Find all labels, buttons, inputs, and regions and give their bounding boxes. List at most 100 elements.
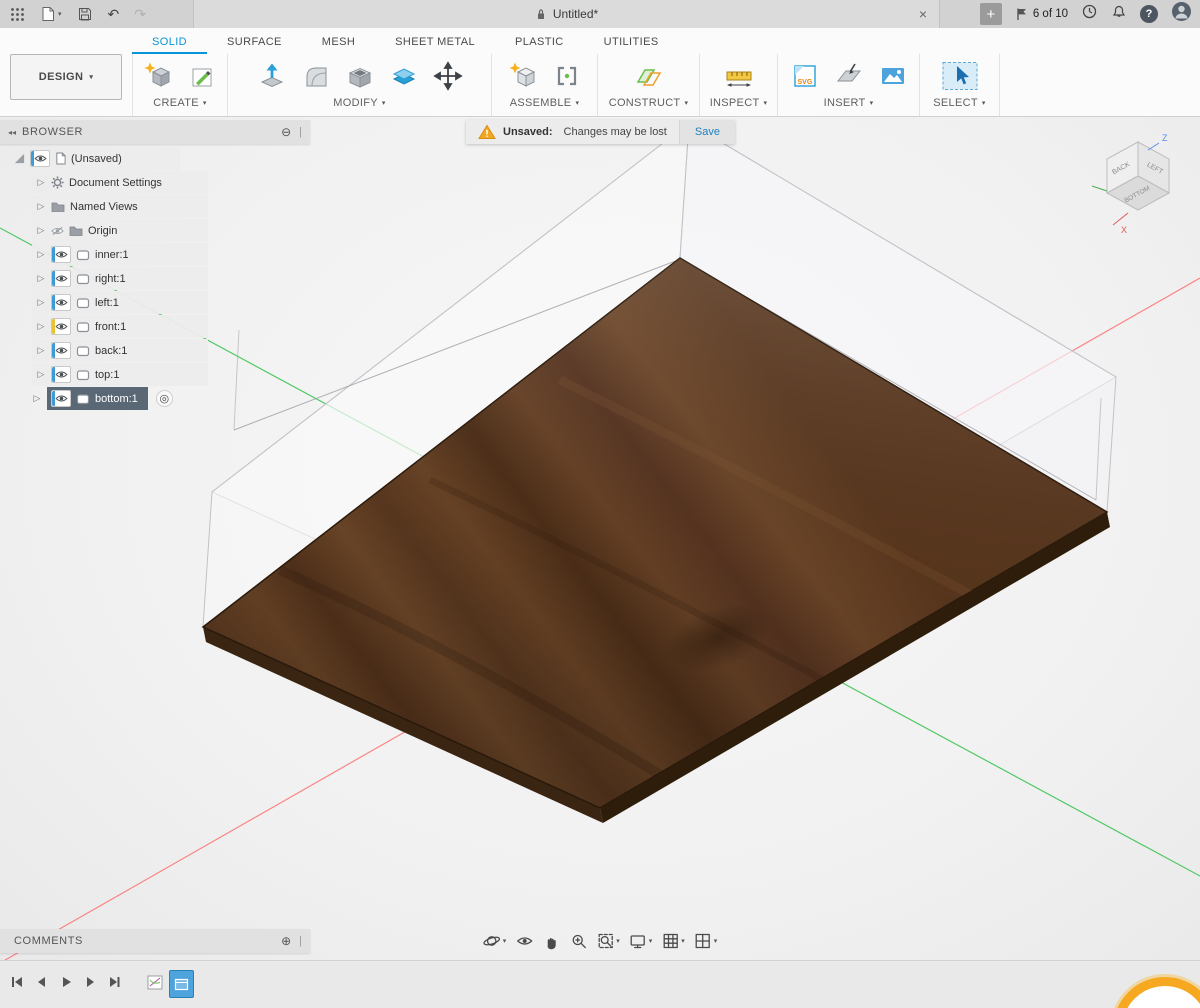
expand-icon[interactable]: ▷ bbox=[36, 249, 46, 260]
redo-button[interactable]: ↷ bbox=[134, 6, 146, 23]
tree-row-document-settings[interactable]: ▷ Document Settings bbox=[32, 171, 208, 194]
timeline-skip-end-button[interactable] bbox=[107, 975, 122, 989]
chevron-down-icon[interactable]: ▾ bbox=[649, 937, 653, 945]
fit-tool[interactable]: ▾ bbox=[596, 932, 620, 950]
tab-plastic[interactable]: PLASTIC bbox=[495, 30, 584, 54]
look-at-tool[interactable] bbox=[515, 932, 533, 950]
group-modify-label[interactable]: MODIFY▾ bbox=[333, 97, 385, 109]
expand-icon[interactable]: ▷ bbox=[36, 297, 46, 308]
expand-icon[interactable]: ▷ bbox=[36, 369, 46, 380]
panel-drag-handle[interactable]: | bbox=[299, 935, 302, 947]
expand-icon[interactable]: ▷ bbox=[36, 273, 46, 284]
tree-row-front[interactable]: ▷ front:1 bbox=[32, 315, 208, 338]
tab-utilities[interactable]: UTILITIES bbox=[584, 30, 679, 54]
insert-image-icon[interactable] bbox=[878, 61, 908, 91]
timeline-step-back-button[interactable] bbox=[35, 975, 49, 989]
minimize-panel-icon[interactable]: ⊖ bbox=[281, 125, 291, 139]
expand-icon[interactable]: ▷ bbox=[36, 201, 46, 212]
add-comment-icon[interactable]: ⊕ bbox=[281, 934, 291, 948]
help-icon[interactable]: ? bbox=[1140, 5, 1158, 23]
new-tab-button[interactable]: + bbox=[980, 3, 1002, 25]
visibility-toggle[interactable] bbox=[51, 246, 71, 263]
tree-row-inner[interactable]: ▷ inner:1 bbox=[32, 243, 208, 266]
visibility-toggle[interactable] bbox=[51, 270, 71, 287]
eye-off-icon[interactable] bbox=[51, 226, 64, 236]
pan-tool[interactable] bbox=[542, 932, 560, 950]
expand-icon[interactable]: ▷ bbox=[36, 345, 46, 356]
document-tab[interactable]: Untitled* × bbox=[193, 0, 940, 28]
group-create-label[interactable]: CREATE▾ bbox=[153, 97, 206, 109]
visibility-toggle[interactable] bbox=[51, 294, 71, 311]
tree-row-named-views[interactable]: ▷ Named Views bbox=[32, 195, 208, 218]
tree-row-right[interactable]: ▷ right:1 bbox=[32, 267, 208, 290]
group-insert-label[interactable]: INSERT▾ bbox=[824, 97, 874, 109]
viewports-tool[interactable]: ▾ bbox=[694, 932, 718, 950]
tab-solid[interactable]: SOLID bbox=[132, 30, 207, 54]
tab-mesh[interactable]: MESH bbox=[302, 30, 375, 54]
create-sketch-icon[interactable] bbox=[187, 61, 217, 91]
save-button[interactable] bbox=[77, 6, 93, 22]
visibility-toggle[interactable] bbox=[51, 366, 71, 383]
tab-sheet-metal[interactable]: SHEET METAL bbox=[375, 30, 495, 54]
comments-panel-header[interactable]: COMMENTS ⊕ | bbox=[0, 929, 310, 953]
avatar[interactable] bbox=[1171, 1, 1192, 27]
timeline-play-button[interactable] bbox=[59, 975, 73, 989]
new-component-icon[interactable] bbox=[508, 61, 538, 91]
visibility-toggle[interactable] bbox=[30, 150, 50, 167]
design-menu-button[interactable]: DESIGN ▾ bbox=[10, 54, 122, 100]
version-indicator[interactable]: 6 of 10 bbox=[1015, 7, 1068, 21]
move-icon[interactable] bbox=[433, 61, 463, 91]
grid-layout-tool[interactable]: ▾ bbox=[661, 932, 685, 950]
thicken-icon[interactable] bbox=[389, 61, 419, 91]
view-cube[interactable]: BACK LEFT BOTTOM X Z bbox=[1088, 128, 1198, 243]
expand-icon[interactable]: ▷ bbox=[36, 177, 46, 188]
joint-icon[interactable] bbox=[552, 61, 582, 91]
tree-row-bottom-selected[interactable]: ▷ bottom:1 ◎ bbox=[32, 387, 208, 410]
notifications-bell-icon[interactable] bbox=[1111, 4, 1127, 25]
app-grid-icon[interactable] bbox=[10, 7, 25, 22]
tree-row-left[interactable]: ▷ left:1 bbox=[32, 291, 208, 314]
visibility-toggle[interactable] bbox=[51, 342, 71, 359]
measure-icon[interactable] bbox=[724, 61, 754, 91]
select-tool-icon[interactable] bbox=[941, 61, 979, 91]
panel-drag-handle[interactable]: | bbox=[299, 126, 302, 138]
activate-radio-icon[interactable]: ◎ bbox=[156, 390, 173, 407]
tab-surface[interactable]: SURFACE bbox=[207, 30, 302, 54]
insert-svg-icon[interactable]: SVG bbox=[790, 61, 820, 91]
tree-row-top[interactable]: ▷ top:1 bbox=[32, 363, 208, 386]
expand-icon[interactable]: ▷ bbox=[36, 321, 46, 332]
fillet-icon[interactable] bbox=[301, 61, 331, 91]
orbit-tool[interactable]: ▾ bbox=[483, 932, 507, 950]
press-pull-icon[interactable] bbox=[257, 61, 287, 91]
visibility-toggle[interactable] bbox=[51, 390, 71, 407]
browser-panel-header[interactable]: ◂◂ BROWSER ⊖ | bbox=[0, 120, 310, 144]
undo-button[interactable]: ↶ bbox=[108, 6, 120, 23]
timeline-step-forward-button[interactable] bbox=[83, 975, 97, 989]
zoom-tool[interactable] bbox=[569, 932, 587, 950]
display-settings-tool[interactable]: ▾ bbox=[629, 932, 653, 950]
collapse-panel-icon[interactable]: ◂◂ bbox=[0, 128, 22, 137]
group-assemble-label[interactable]: ASSEMBLE▾ bbox=[510, 97, 580, 109]
visibility-toggle[interactable] bbox=[51, 318, 71, 335]
file-menu-button[interactable]: ▾ bbox=[40, 6, 62, 22]
tree-row-origin[interactable]: ▷ Origin bbox=[32, 219, 208, 242]
chevron-down-icon[interactable]: ▾ bbox=[681, 937, 685, 945]
selected-row-highlight[interactable]: bottom:1 bbox=[47, 387, 148, 410]
group-inspect-label[interactable]: INSPECT▾ bbox=[710, 97, 768, 109]
group-construct-label[interactable]: CONSTRUCT▾ bbox=[609, 97, 689, 109]
create-solid-icon[interactable] bbox=[143, 61, 173, 91]
chevron-down-icon[interactable]: ▾ bbox=[616, 937, 620, 945]
expand-icon[interactable]: ▷ bbox=[36, 225, 46, 236]
timeline-skip-start-button[interactable] bbox=[10, 975, 25, 989]
chevron-down-icon[interactable]: ▾ bbox=[714, 937, 718, 945]
timeline-feature-selected[interactable] bbox=[169, 970, 194, 998]
job-status-icon[interactable] bbox=[1081, 3, 1098, 25]
tree-row-back[interactable]: ▷ back:1 bbox=[32, 339, 208, 362]
tree-row-document[interactable]: (Unsaved) bbox=[10, 147, 180, 170]
group-select-label[interactable]: SELECT▾ bbox=[933, 97, 985, 109]
expand-icon[interactable]: ▷ bbox=[32, 393, 42, 404]
shell-icon[interactable] bbox=[345, 61, 375, 91]
construct-plane-icon[interactable] bbox=[634, 61, 664, 91]
save-link[interactable]: Save bbox=[679, 120, 735, 144]
insert-decal-icon[interactable] bbox=[834, 61, 864, 91]
